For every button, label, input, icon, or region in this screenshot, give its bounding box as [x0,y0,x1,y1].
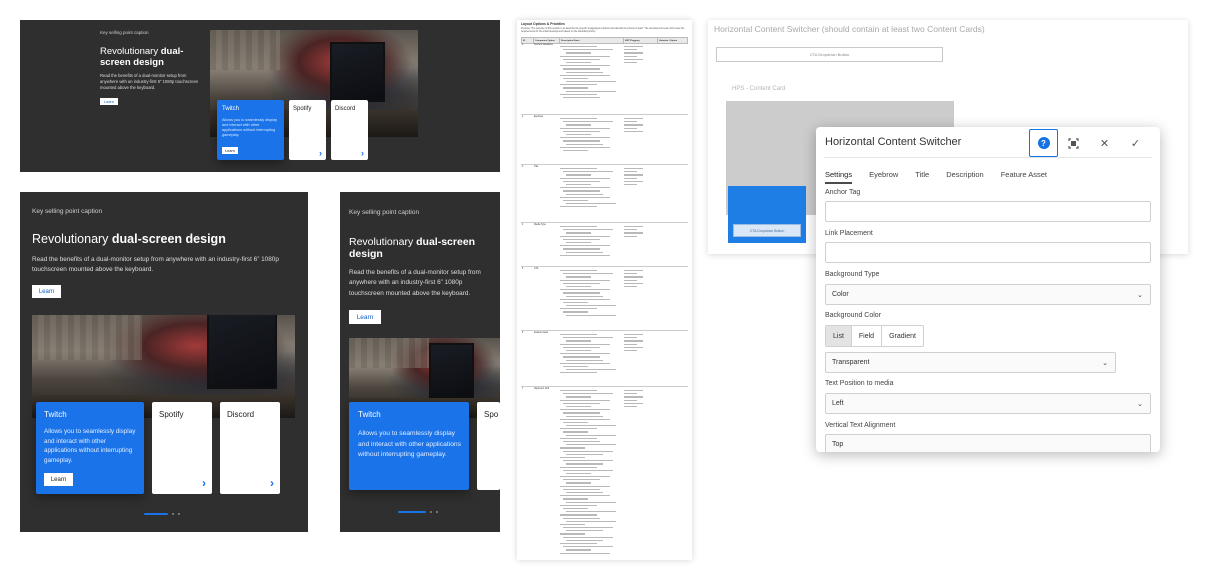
card-title: Twitch [222,106,240,112]
color-mode-gradient[interactable]: Gradient [882,326,923,346]
component-placeholder-title: Horizontal Content Switcher (should cont… [714,24,985,34]
card-title: Spotify [159,410,184,419]
close-icon: ✕ [1099,137,1110,150]
color-mode-list[interactable]: List [826,326,852,346]
desktop-mockup: Key selling point caption Revolutionary … [20,20,500,172]
text-position-select[interactable]: Left ⌄ [825,393,1151,414]
chevron-right-icon: › [202,476,206,490]
body-copy: Read the benefits of a dual-monitor setu… [349,269,481,297]
card-twitch[interactable]: Twitch Allows you to seamlessly display … [36,402,144,494]
color-mode-field[interactable]: Field [852,326,883,346]
table-row: 4 Media Type [521,223,688,267]
doc-intro: Purpose: The purpose of this section is … [521,27,685,33]
card-title: Discord [227,410,255,419]
cta-dropdown-placeholder[interactable]: CTA Dropdown Button [716,47,943,62]
component-dialog: Horizontal Content Switcher ? ✕ ✓ Settin… [816,127,1160,452]
card-spotify-partial[interactable]: Spo [477,402,500,490]
dialog-title: Horizontal Content Switcher [825,136,962,148]
fullscreen-button[interactable] [1059,129,1088,157]
chevron-right-icon: › [319,148,322,158]
card-title: Twitch [358,410,381,419]
background-type-select[interactable]: Color ⌄ [825,284,1151,305]
tab-description[interactable]: Description [946,170,984,184]
help-icon: ? [1037,137,1050,149]
done-button[interactable]: ✓ [1121,129,1150,157]
requirements-document: Layout Options & Priorities Purpose: The… [517,20,692,560]
tab-settings[interactable]: Settings [825,170,853,184]
chevron-down-icon: ⌄ [1137,292,1143,299]
link-placement-label: Link Placement [825,230,873,237]
mobile-mockup: Key selling point caption Revolutionary … [340,192,500,532]
carousel-dots[interactable] [398,511,438,513]
card-twitch[interactable]: Twitch Allows you to seamlessly display … [217,100,284,160]
card-title: Twitch [44,410,67,419]
text-position-label: Text Position to media [825,380,894,387]
ksp-caption: Key selling point caption [349,209,420,216]
card-discord[interactable]: Discord › [220,402,280,494]
headline: Revolutionary dual-screen design [32,232,226,246]
learn-button[interactable]: Learn [349,310,381,324]
body-copy: Read the benefits of a dual-monitor setu… [32,256,279,273]
help-button[interactable]: ? [1029,129,1058,157]
link-placement-field[interactable] [825,242,1151,263]
checkmark-icon: ✓ [1130,137,1141,150]
background-type-value: Color [832,291,849,298]
body-copy: Read the benefits of a dual-monitor setu… [100,73,199,90]
text-position-value: Left [832,400,844,407]
anchor-tag-field[interactable] [825,201,1151,222]
table-row: 2 Eyebrow [521,115,688,165]
ksp-caption: Key selling point caption [100,30,149,35]
chevron-down-icon: ⌄ [1137,401,1143,408]
background-color-value: Transparent [832,359,870,366]
learn-button[interactable]: Learn [100,98,118,105]
card-title: Spo [484,410,499,419]
card-title: Discord [335,106,356,112]
ksp-caption: Key selling point caption [32,208,103,215]
headline: Revolutionary dual-screen design [349,236,476,260]
background-color-select[interactable]: Transparent ⌄ [825,352,1116,373]
tab-title[interactable]: Title [915,170,929,184]
table-row: 1 Content Variations [521,43,688,115]
card-discord[interactable]: Discord › [331,100,368,160]
table-row: 7 Alignment Grid [521,387,688,560]
content-card-cta-placeholder[interactable]: CTA Dropdown Button [733,224,801,237]
card-learn-button[interactable]: Learn [44,473,73,486]
tab-feature-asset[interactable]: Feature Asset [1001,170,1047,184]
vertical-alignment-select[interactable]: Top [825,434,1151,452]
carousel-dots[interactable] [144,513,180,515]
vertical-alignment-value: Top [832,441,844,448]
table-row: 5 CTA [521,267,688,331]
anchor-tag-label: Anchor Tag [825,189,861,196]
card-learn-button[interactable]: Learn [222,147,238,154]
card-desc: Allows you to seamlessly display and int… [358,430,461,458]
color-mode-switcher: List Field Gradient [825,325,924,347]
chevron-right-icon: › [270,476,274,490]
tab-eyebrow[interactable]: Eyebrow [869,170,898,184]
table-row: 6 Feature Asset [521,331,688,387]
headline: Revolutionary dual-screen design [100,46,184,68]
dialog-tabs: Settings Eyebrow Title Description Featu… [825,170,1064,184]
card-desc: Allows you to seamlessly display and int… [44,428,136,464]
chevron-down-icon: ⌄ [1102,360,1108,367]
tablet-mockup: Key selling point caption Revolutionary … [20,192,308,532]
background-type-label: Background Type [825,271,880,278]
card-spotify[interactable]: Spotify › [289,100,326,160]
vertical-alignment-label: Vertical Text Alignment [825,422,896,429]
cancel-button[interactable]: ✕ [1090,129,1119,157]
card-desc: Allows you to seamlessly display and int… [222,118,278,137]
fullscreen-icon [1068,137,1079,149]
content-card-label: HPS - Content Card [732,86,786,92]
card-twitch[interactable]: Twitch Allows you to seamlessly display … [349,402,469,490]
background-color-label: Background Color [825,312,882,319]
card-spotify[interactable]: Spotify › [152,402,212,494]
learn-button[interactable]: Learn [32,285,61,298]
divider [824,157,1152,158]
chevron-right-icon: › [361,148,364,158]
card-title: Spotify [293,106,312,112]
table-row: 3 Title [521,165,688,223]
doc-title: Layout Options & Priorities [521,22,565,26]
